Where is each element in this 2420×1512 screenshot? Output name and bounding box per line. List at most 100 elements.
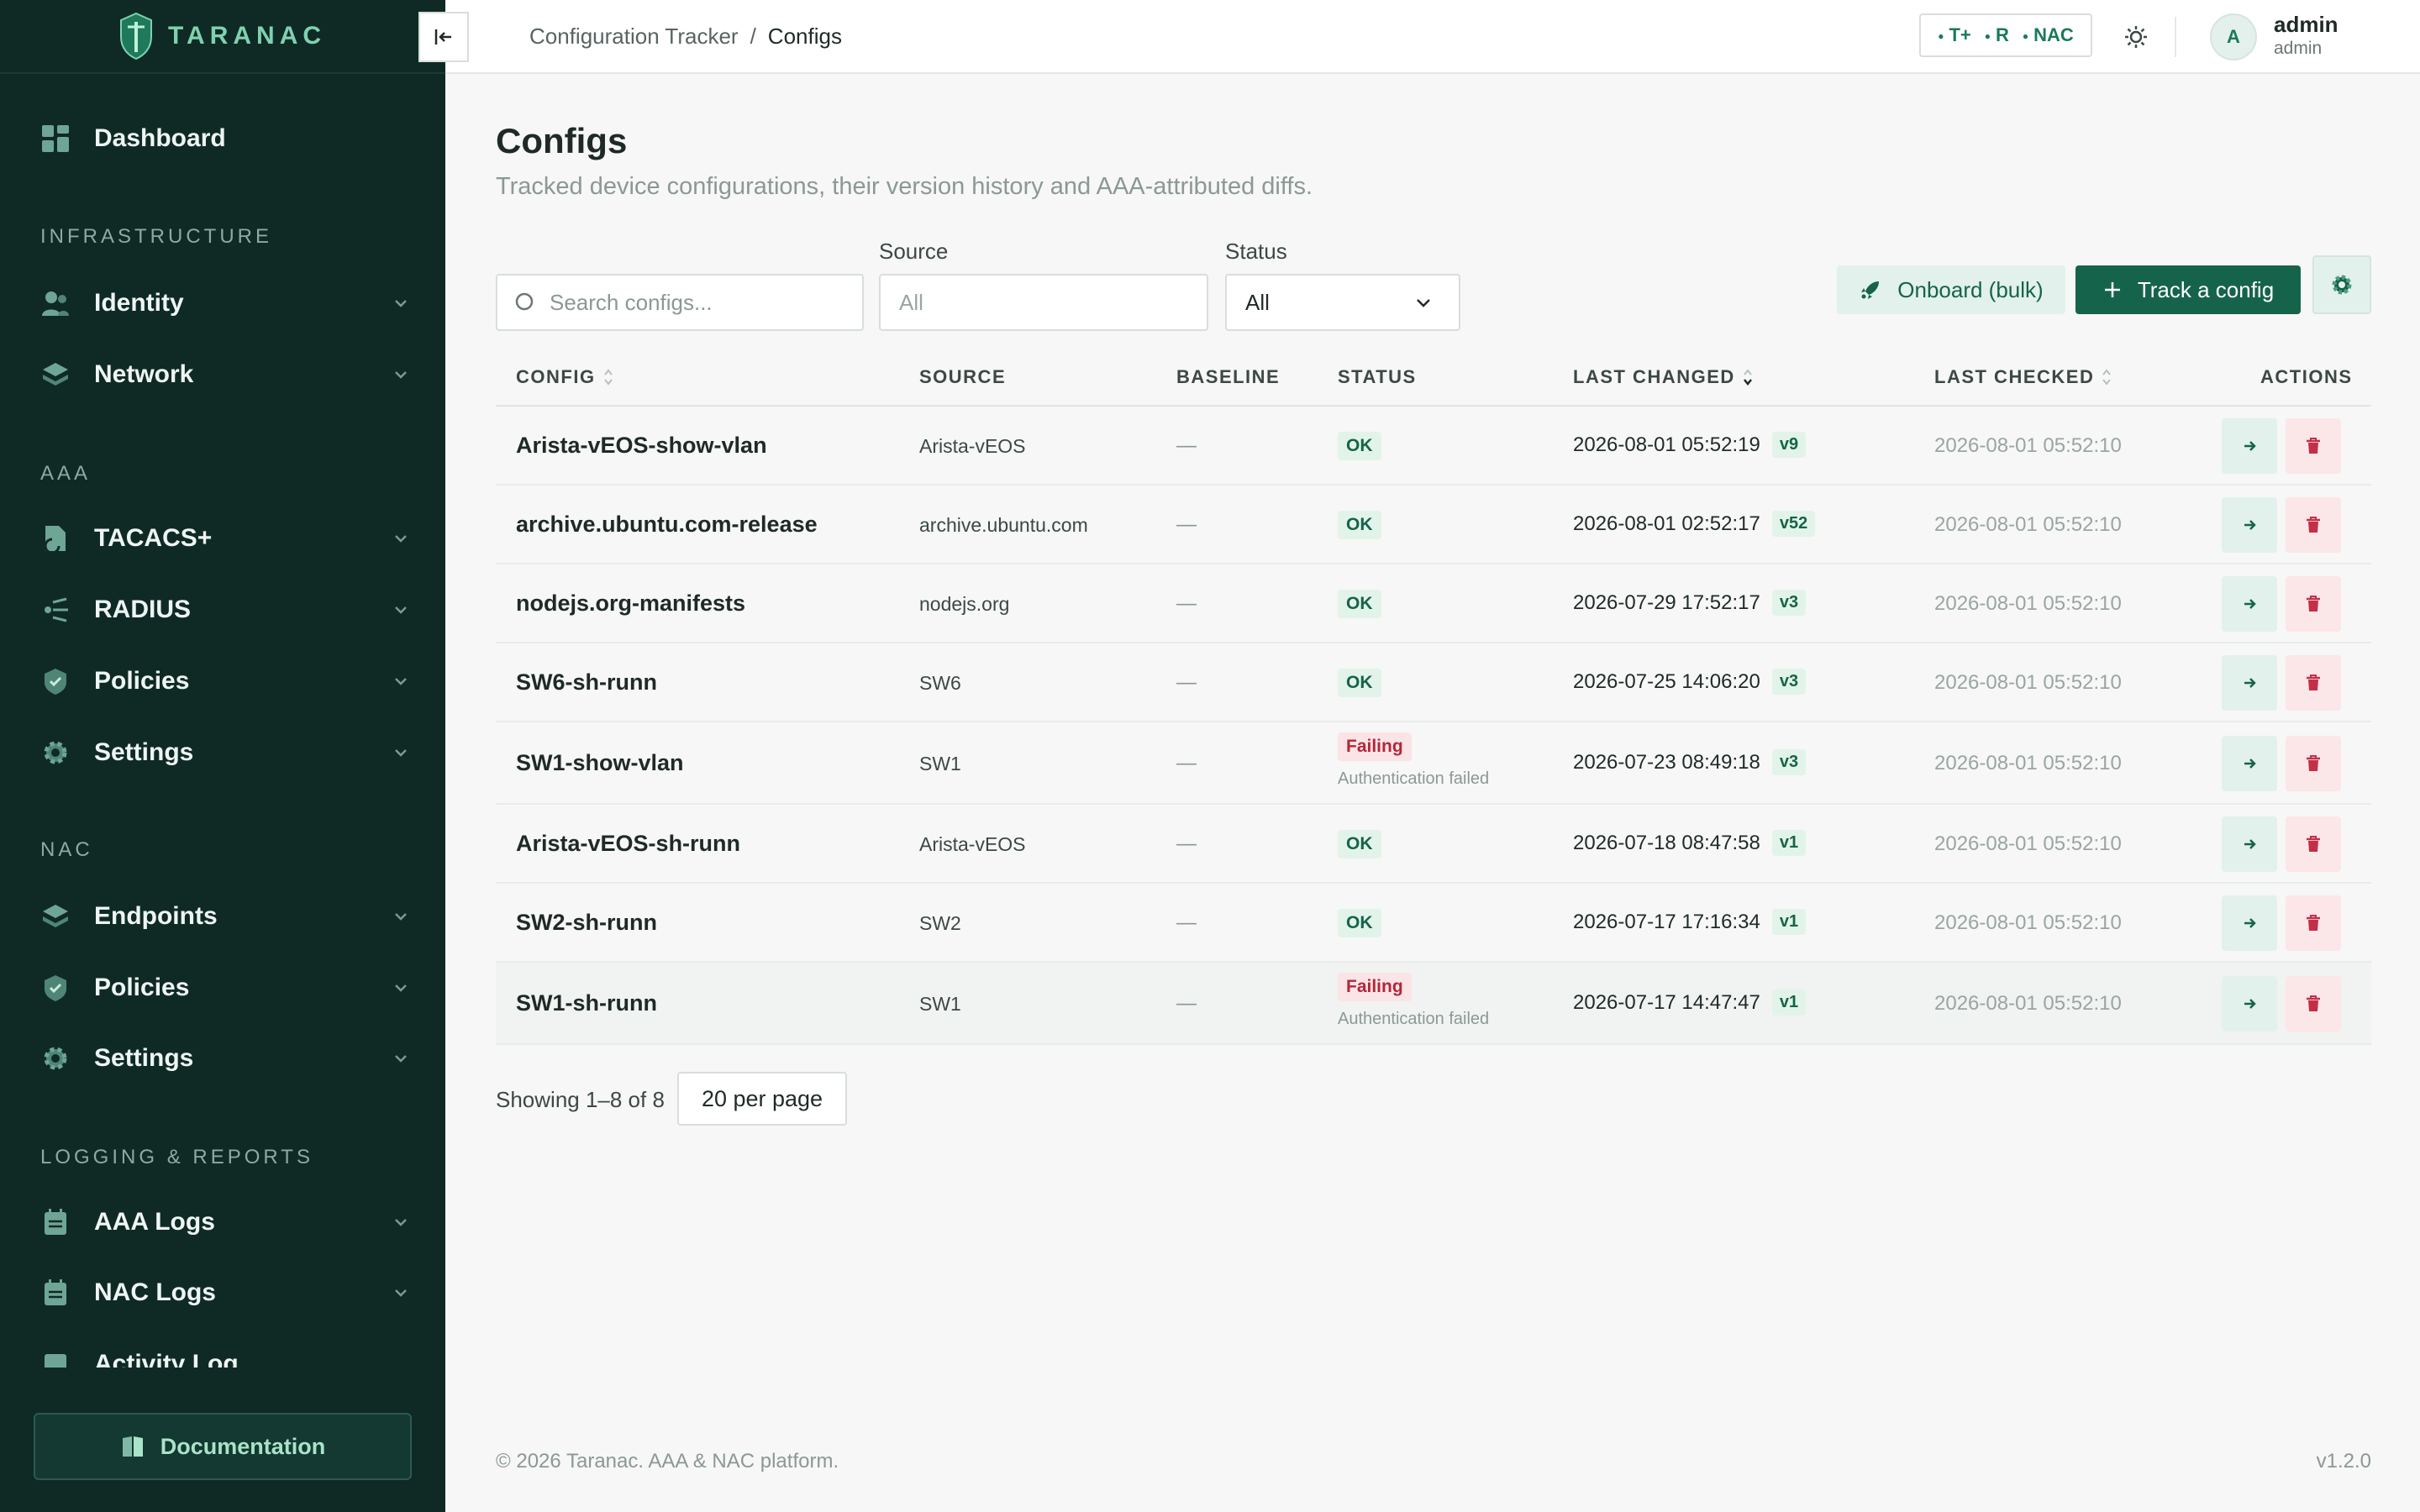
sidebar-item-radius[interactable]: RADIUS	[40, 585, 410, 635]
open-config-button[interactable]	[2222, 895, 2277, 951]
config-name[interactable]: SW2-sh-runn	[516, 910, 657, 936]
gear-icon	[40, 1043, 71, 1074]
breadcrumb: Configuration Tracker / Configs	[529, 24, 842, 50]
open-config-button[interactable]	[2222, 816, 2277, 872]
source-filter-input[interactable]	[879, 274, 1208, 331]
collapse-sidebar-button[interactable]	[418, 12, 469, 62]
calendar-log-icon	[40, 1278, 71, 1308]
delete-config-button[interactable]	[2286, 816, 2341, 872]
plus-icon	[2104, 282, 2120, 297]
footer-copyright: © 2026 Taranac. AAA & NAC platform.	[496, 1450, 839, 1473]
avatar[interactable]: A	[2210, 13, 2257, 60]
breadcrumb-parent[interactable]: Configuration Tracker	[529, 24, 739, 50]
delete-config-button[interactable]	[2286, 976, 2341, 1032]
delete-config-button[interactable]	[2286, 655, 2341, 711]
last-checked-value: 2026-08-01 05:52:10	[1934, 513, 2122, 536]
sidebar: TARANAC Dashboard INFRASTRUCTURE Identit…	[0, 0, 445, 1512]
config-baseline: —	[1176, 513, 1197, 536]
table-row[interactable]: archive.ubuntu.com-release archive.ubuntu…	[496, 486, 2371, 564]
search-input[interactable]	[550, 289, 852, 316]
chevron-down-icon	[395, 300, 407, 307]
open-config-button[interactable]	[2222, 736, 2277, 791]
config-baseline: —	[1176, 911, 1197, 934]
delete-config-button[interactable]	[2286, 736, 2341, 791]
table-row[interactable]: SW2-sh-runn SW2— OK 2026-07-17 17:16:34 v1 20…	[496, 884, 2371, 963]
column-label: CONFIG	[516, 366, 596, 387]
version-badge: v52	[1771, 511, 1816, 537]
table-row[interactable]: SW1-sh-runn SW1 — Failing Authentication fai…	[496, 963, 2371, 1045]
last-changed-cell: 2026-07-23 08:49:18 v3	[1573, 749, 1807, 775]
sidebar-item-network[interactable]: Network	[40, 349, 410, 400]
column-header-config[interactable]: CONFIG	[516, 366, 614, 388]
sidebar-item-aaa-policies[interactable]: Policies	[40, 656, 410, 706]
config-baseline: —	[1176, 752, 1197, 774]
version-badge: v1	[1771, 990, 1807, 1016]
column-label: SOURCE	[919, 366, 1007, 387]
section-title-aaa: AAA	[40, 462, 92, 485]
table-row[interactable]: SW1-show-vlan SW1 — Failing Authentication f…	[496, 722, 2371, 805]
version-badge: v9	[1771, 432, 1807, 458]
open-config-button[interactable]	[2222, 418, 2277, 474]
table-row[interactable]: SW6-sh-runn SW6— OK 2026-07-25 14:06:20 v3 20…	[496, 643, 2371, 722]
sidebar-item-label: Network	[94, 360, 194, 388]
status-filter-select[interactable]: All	[1225, 274, 1460, 331]
settings-button[interactable]	[2312, 255, 2371, 314]
open-config-button[interactable]	[2222, 576, 2277, 632]
column-header-last-checked[interactable]: LAST CHECKED	[1934, 366, 2112, 388]
section-title-infrastructure: INFRASTRUCTURE	[40, 225, 272, 248]
documentation-button[interactable]: Documentation	[34, 1413, 412, 1480]
sort-icon	[603, 369, 613, 386]
chevron-down-icon	[395, 1219, 407, 1226]
onboard-bulk-button[interactable]: Onboard (bulk)	[1837, 265, 2065, 314]
sidebar-item-dashboard[interactable]: Dashboard	[40, 113, 410, 164]
config-baseline: —	[1176, 992, 1197, 1015]
config-name[interactable]: nodejs.org-manifests	[516, 591, 745, 617]
config-name[interactable]: SW1-show-vlan	[516, 750, 684, 776]
user-role: admin	[2274, 39, 2323, 58]
user-name[interactable]: admin	[2274, 12, 2338, 38]
last-checked-value: 2026-08-01 05:52:10	[1934, 671, 2122, 694]
sidebar-item-activity-log[interactable]: Activity Log	[40, 1339, 410, 1368]
per-page-select[interactable]: 20 per page	[677, 1072, 847, 1126]
sidebar-item-nac-logs[interactable]: NAC Logs	[40, 1268, 410, 1318]
last-changed-value: 2026-07-18 08:47:58	[1573, 831, 1760, 854]
brand[interactable]: TARANAC	[0, 0, 445, 74]
column-header-last-changed[interactable]: LAST CHANGED	[1573, 366, 1754, 388]
protocol-tacacs: T+	[1938, 24, 1970, 46]
sidebar-item-endpoints[interactable]: Endpoints	[40, 891, 410, 942]
delete-config-button[interactable]	[2286, 576, 2341, 632]
delete-config-button[interactable]	[2286, 418, 2341, 474]
config-name[interactable]: SW6-sh-runn	[516, 669, 657, 696]
config-name[interactable]: archive.ubuntu.com-release	[516, 512, 818, 538]
last-changed-cell: 2026-07-25 14:06:20 v3	[1573, 669, 1807, 695]
sidebar-item-nac-settings[interactable]: Settings	[40, 1033, 410, 1084]
table-row[interactable]: nodejs.org-manifests nodejs.org — OK 2026-07…	[496, 564, 2371, 643]
status-error: Authentication failed	[1338, 1010, 1490, 1028]
track-config-button[interactable]: Track a config	[2075, 265, 2301, 314]
sidebar-item-label: Settings	[94, 1044, 194, 1072]
config-source: archive.ubuntu.com	[919, 514, 1088, 536]
theme-toggle-button[interactable]	[2118, 18, 2154, 55]
config-name[interactable]: SW1-sh-runn	[516, 990, 657, 1016]
open-config-button[interactable]	[2222, 497, 2277, 553]
config-name[interactable]: Arista-vEOS-sh-runn	[516, 831, 740, 857]
table-row[interactable]: Arista-vEOS-sh-runn Arista-vEOS — OK 2026-07…	[496, 805, 2371, 884]
sun-icon	[2125, 26, 2147, 48]
delete-config-button[interactable]	[2286, 497, 2341, 553]
config-name[interactable]: Arista-vEOS-show-vlan	[516, 433, 767, 459]
trash-icon	[2307, 517, 2320, 533]
open-config-button[interactable]	[2222, 976, 2277, 1032]
search-field[interactable]	[496, 274, 864, 331]
open-config-button[interactable]	[2222, 655, 2277, 711]
status-badge: OK	[1338, 590, 1381, 618]
table-row[interactable]: Arista-vEOS-show-vlan Arista-vEOS — OK 2026-…	[496, 407, 2371, 486]
sidebar-item-identity[interactable]: Identity	[40, 278, 410, 328]
sidebar-item-nac-policies[interactable]: Policies	[40, 963, 410, 1013]
sidebar-item-aaa-settings[interactable]: Settings	[40, 727, 410, 778]
sidebar-item-aaa-logs[interactable]: AAA Logs	[40, 1197, 410, 1247]
trash-icon	[2307, 675, 2320, 690]
source-filter-label: Source	[879, 239, 949, 264]
trash-icon	[2307, 836, 2320, 852]
sidebar-item-tacacs[interactable]: TACACS+	[40, 513, 410, 564]
delete-config-button[interactable]	[2286, 895, 2341, 951]
